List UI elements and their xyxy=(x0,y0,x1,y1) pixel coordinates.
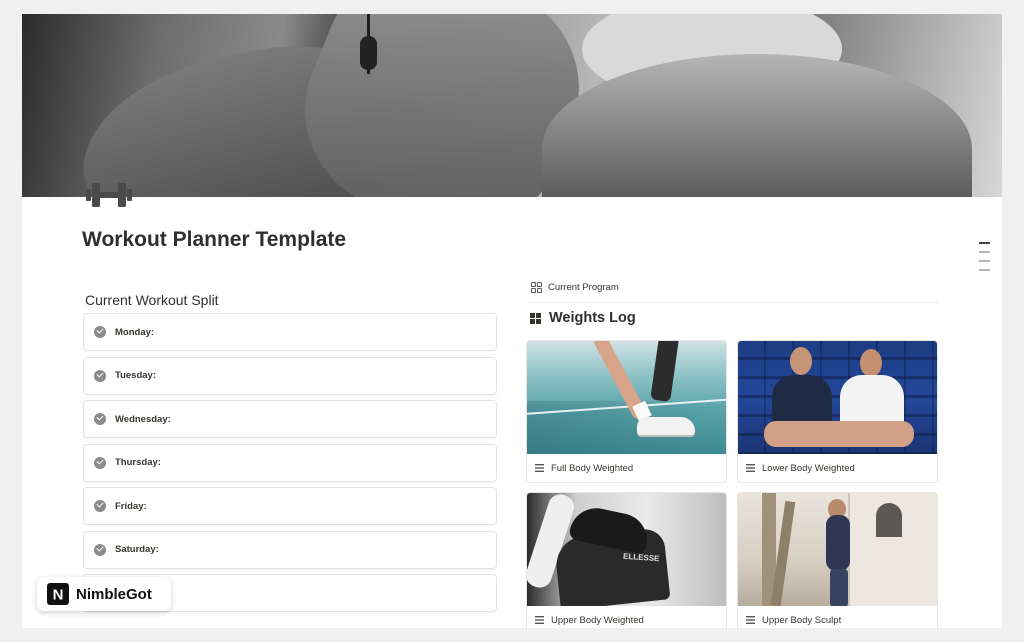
brand-name: NimbleGot xyxy=(76,585,152,603)
logo-letter: N xyxy=(53,587,64,604)
page-lines-icon xyxy=(535,464,544,472)
card-label: Upper Body Weighted xyxy=(551,614,644,626)
day-label: Monday: xyxy=(115,326,155,338)
check-circle-icon xyxy=(94,326,106,338)
day-label: Wednesday: xyxy=(115,413,171,425)
cover-image xyxy=(22,14,1002,197)
check-circle-icon xyxy=(94,543,106,556)
day-card-friday[interactable]: Friday: xyxy=(83,487,497,525)
split-heading: Current Workout Split xyxy=(85,292,219,308)
day-card-wednesday[interactable]: Wednesday: xyxy=(83,400,497,438)
divider xyxy=(527,302,938,303)
day-label: Thursday: xyxy=(115,457,161,468)
day-label: Friday: xyxy=(115,500,147,512)
card-photo xyxy=(738,493,937,606)
day-card-saturday[interactable]: Saturday: xyxy=(83,530,497,569)
gallery-card[interactable]: Lower Body Weighted xyxy=(737,340,938,483)
dumbbell-icon[interactable] xyxy=(86,180,132,210)
check-circle-icon xyxy=(94,500,106,512)
table-of-contents-icon[interactable] xyxy=(979,242,990,278)
card-label: Upper Body Sculpt xyxy=(762,614,842,626)
card-photo xyxy=(738,341,937,454)
page-lines-icon xyxy=(746,616,755,624)
tab-current-program[interactable]: Current Program xyxy=(531,282,619,293)
check-circle-icon xyxy=(94,413,106,425)
page-lines-icon xyxy=(535,616,544,624)
card-photo xyxy=(527,341,726,454)
card-label: Lower Body Weighted xyxy=(762,462,855,474)
check-circle-icon xyxy=(94,369,106,382)
heading-label: Weights Log xyxy=(549,310,636,326)
workout-split-list: Monday: Tuesday: Wednesday: Thursday: Fr… xyxy=(83,313,497,618)
gallery-view-icon xyxy=(531,282,542,293)
day-label: Tuesday: xyxy=(115,370,157,381)
gallery-card[interactable]: Full Body Weighted xyxy=(526,340,727,483)
day-card-thursday[interactable]: Thursday: xyxy=(83,443,497,482)
board-icon xyxy=(530,312,541,324)
day-card-monday[interactable]: Monday: xyxy=(83,313,497,351)
gallery-card[interactable]: Upper Body Sculpt xyxy=(737,492,938,628)
weights-log-heading[interactable]: Weights Log xyxy=(530,310,636,326)
card-label: Full Body Weighted xyxy=(551,462,634,474)
check-circle-icon xyxy=(94,456,106,469)
page-lines-icon xyxy=(746,464,755,472)
card-photo: ELLESSE xyxy=(527,493,726,606)
brand-badge: N NimbleGot xyxy=(37,577,171,611)
notion-page: Workout Planner Template Current Workout… xyxy=(22,14,1002,628)
page-title: Workout Planner Template xyxy=(82,228,347,251)
gallery-card[interactable]: ELLESSE Upper Body Weighted xyxy=(526,492,727,628)
nimblegot-logo-icon: N xyxy=(47,583,69,605)
tab-label: Current Program xyxy=(548,282,619,293)
day-card-tuesday[interactable]: Tuesday: xyxy=(83,356,497,395)
day-label: Saturday: xyxy=(115,544,159,555)
